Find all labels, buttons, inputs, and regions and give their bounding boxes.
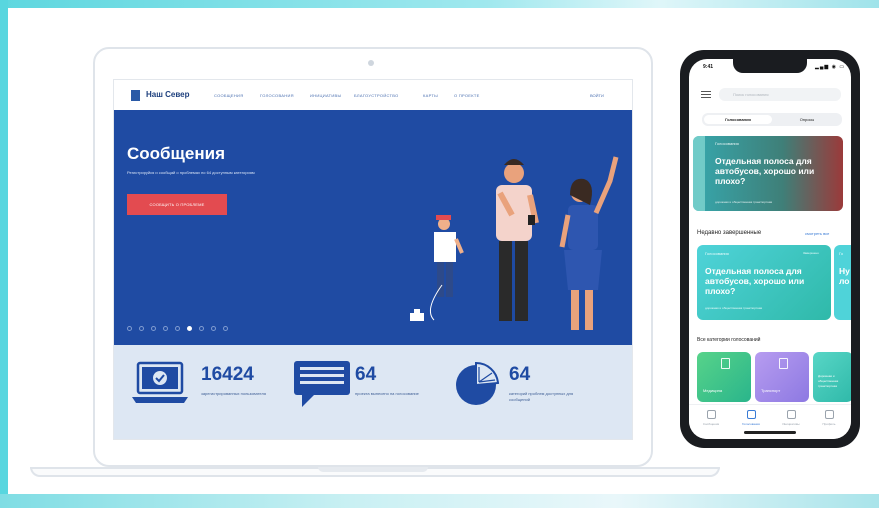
hero-subtitle: Регистрируйся и сообщай о проблемах по 6… xyxy=(127,170,255,175)
vote-icon xyxy=(746,410,756,419)
slide-dot[interactable] xyxy=(199,326,204,331)
slide-dots xyxy=(127,326,228,331)
nav-initiatives[interactable]: ИНИЦИАТИВЫ xyxy=(310,93,341,98)
tab-votes[interactable]: Голосования xyxy=(704,115,772,124)
see-all-link[interactable]: смотреть все xyxy=(805,231,829,236)
peek-tag: Го xyxy=(839,251,844,256)
profile-icon xyxy=(824,410,834,419)
laptop-base-notch xyxy=(318,467,428,472)
category-medicine[interactable]: Медицина xyxy=(697,352,751,402)
category-transport[interactable]: Транспорт xyxy=(755,352,809,402)
frame-top-band xyxy=(0,0,879,8)
stats-strip: 16424 зарегистрированных пользователя 64… xyxy=(114,345,632,439)
slide-dot[interactable] xyxy=(223,326,228,331)
nav-maps[interactable]: КАРТЫ xyxy=(423,93,438,98)
frame-bottom-band xyxy=(0,494,879,508)
recent-title: Отдельная полоса для автобусов, хорошо и… xyxy=(705,266,805,296)
tab-label: Сообщения xyxy=(702,422,720,426)
featured-tag: Голосования xyxy=(715,141,739,146)
category-label: Медицина xyxy=(703,388,723,393)
recent-vote-card[interactable]: Голосования Завершено Отдельная полоса д… xyxy=(697,245,831,320)
tabbar-messages[interactable]: Сообщения xyxy=(693,410,729,426)
site-logo-text[interactable]: Наш Север xyxy=(146,90,190,99)
tabbar-initiatives[interactable]: Инициативы xyxy=(773,410,809,426)
message-icon xyxy=(706,410,716,419)
slide-dot[interactable] xyxy=(211,326,216,331)
site-nav: Наш Север СООБЩЕНИЯ ГОЛОСОВАНИЯ ИНИЦИАТИ… xyxy=(114,80,632,110)
stat-projects-value: 64 xyxy=(355,364,377,385)
login-link[interactable]: ВОЙТИ xyxy=(590,93,604,98)
featured-title: Отдельная полоса для автобусов, хорошо и… xyxy=(715,156,815,186)
laptop-screen: Наш Север СООБЩЕНИЯ ГОЛОСОВАНИЯ ИНИЦИАТИ… xyxy=(113,79,633,440)
featured-sub: дорожная и общественная транспортная xyxy=(715,200,773,204)
tabbar-profile[interactable]: Профиль xyxy=(811,410,847,426)
menu-icon[interactable] xyxy=(701,91,711,98)
slide-dot[interactable] xyxy=(187,326,192,331)
nav-votes[interactable]: ГОЛОСОВАНИЯ xyxy=(260,93,294,98)
nav-improvement[interactable]: БЛАГОУСТРОЙСТВО xyxy=(354,93,399,98)
recent-section-title: Недавно завершенные xyxy=(697,230,762,236)
slide-dot[interactable] xyxy=(175,326,180,331)
stat-projects-text: проекта вынесено на голосование xyxy=(355,391,419,396)
slide-dot[interactable] xyxy=(163,326,168,331)
category-label: Транспорт xyxy=(761,388,781,393)
slide-dot[interactable] xyxy=(127,326,132,331)
initiative-icon xyxy=(786,410,796,419)
stat-categories-value: 64 xyxy=(509,364,531,385)
slide-dot[interactable] xyxy=(139,326,144,331)
tab-label: Голосования xyxy=(742,422,760,426)
phone-screen: 9:41 ▂▄▆ ◉ ▭ Поиск голосования Голосован… xyxy=(689,59,851,439)
recent-badge: Завершено xyxy=(803,251,819,255)
home-indicator xyxy=(744,431,796,434)
tab-label: Инициативы xyxy=(782,422,800,426)
report-problem-button[interactable]: СООБЩИТЬ О ПРОБЛЕМЕ xyxy=(127,194,227,215)
status-time: 9:41 xyxy=(703,64,714,70)
search-input[interactable]: Поиск голосования xyxy=(719,88,841,101)
chat-icon xyxy=(294,361,350,407)
bus-icon xyxy=(779,358,788,369)
stat-users-value: 16424 xyxy=(201,364,254,385)
phone-notch xyxy=(733,59,807,73)
medicine-icon xyxy=(721,358,730,369)
featured-vote-card[interactable]: Голосования Отдельная полоса для автобус… xyxy=(693,136,843,211)
family-illustration xyxy=(410,156,619,330)
category-label: Дорожная и общественная транспортная xyxy=(818,374,839,388)
status-icons: ▂▄▆ ◉ ▭ xyxy=(815,64,846,70)
hero-title: Сообщения xyxy=(127,144,225,163)
categories-title: Все категории голосований xyxy=(697,337,761,343)
nav-about[interactable]: О ПРОЕКТЕ xyxy=(454,93,480,98)
nav-messages[interactable]: СООБЩЕНИЯ xyxy=(214,93,243,98)
tab-label: Профиль xyxy=(822,422,836,426)
recent-vote-card-peek[interactable]: Го Ну ло xyxy=(834,245,851,320)
tabbar-votes[interactable]: Голосования xyxy=(733,410,769,426)
frame-left-band xyxy=(0,0,8,508)
category-roads[interactable]: Дорожная и общественная транспортная xyxy=(813,352,851,402)
hero-banner: Сообщения Регистрируйся и сообщай о проб… xyxy=(114,110,632,345)
recent-tag: Голосования xyxy=(705,251,729,256)
slide-dot[interactable] xyxy=(151,326,156,331)
laptop-icon xyxy=(132,361,188,403)
stat-categories-text: категорий проблем доступных для сообщени… xyxy=(509,391,574,402)
stat-users-text: зарегистрированных пользователя xyxy=(201,391,266,396)
pie-icon xyxy=(456,361,500,405)
tab-polls[interactable]: Опросы xyxy=(776,115,838,124)
logo-icon[interactable] xyxy=(131,90,140,101)
recent-sub: дорожная и общественная транспортная xyxy=(705,306,763,310)
laptop-camera xyxy=(368,60,374,66)
peek-title: Ну ло xyxy=(839,266,850,286)
